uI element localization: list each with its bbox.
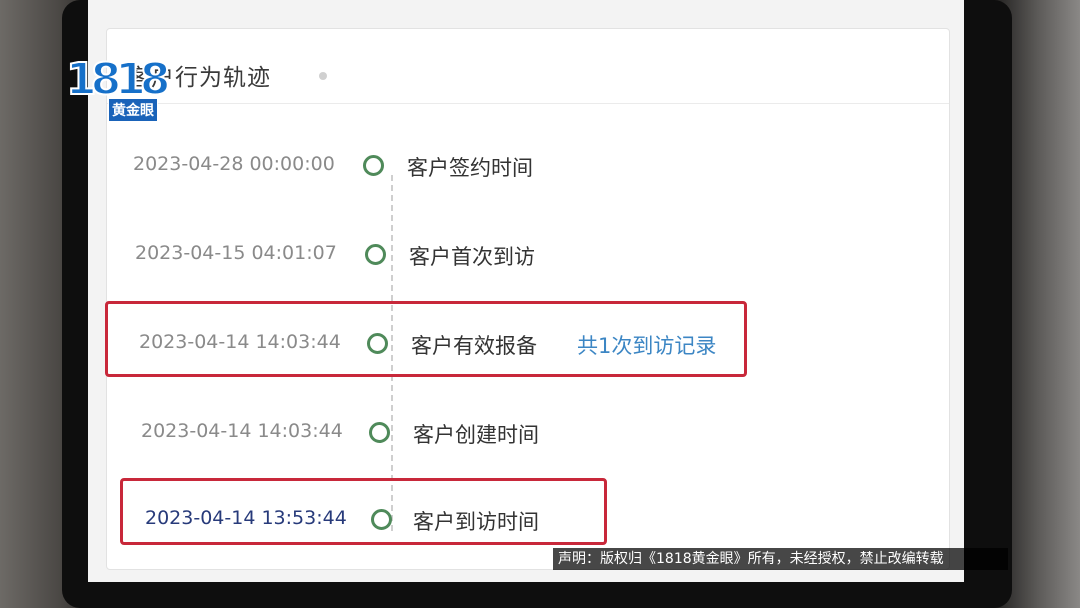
timeline-time: 2023-04-14 14:03:44	[141, 420, 343, 442]
timeline-time: 2023-04-15 04:01:07	[135, 242, 337, 264]
timeline-time: 2023-04-28 00:00:00	[133, 153, 335, 175]
timeline-node-icon	[369, 422, 390, 443]
highlight-box-visit-time	[120, 478, 607, 545]
timeline-item: 2023-04-14 14:03:44 客户创建时间	[107, 412, 949, 452]
timeline-node-icon	[365, 244, 386, 265]
copyright-caption: 声明：版权归《1818黄金眼》所有，未经授权，禁止改编转载	[553, 548, 1008, 570]
logo-digits: 1818	[65, 54, 172, 105]
logo-brand: 黄金眼	[108, 98, 158, 122]
card-header: 客户行为轨迹	[107, 29, 949, 104]
timeline-item: 2023-04-15 04:01:07 客户首次到访	[107, 234, 949, 274]
timeline-event: 客户签约时间	[407, 156, 533, 180]
timeline-node-icon	[363, 155, 384, 176]
watermark-logo: 1818 黄金眼	[65, 54, 172, 124]
highlight-box-effective-report	[105, 301, 747, 377]
timeline-event: 客户首次到访	[409, 245, 535, 269]
header-dot	[319, 72, 327, 80]
timeline-event: 客户创建时间	[413, 423, 539, 447]
timeline-item: 2023-04-28 00:00:00 客户签约时间	[107, 145, 949, 185]
